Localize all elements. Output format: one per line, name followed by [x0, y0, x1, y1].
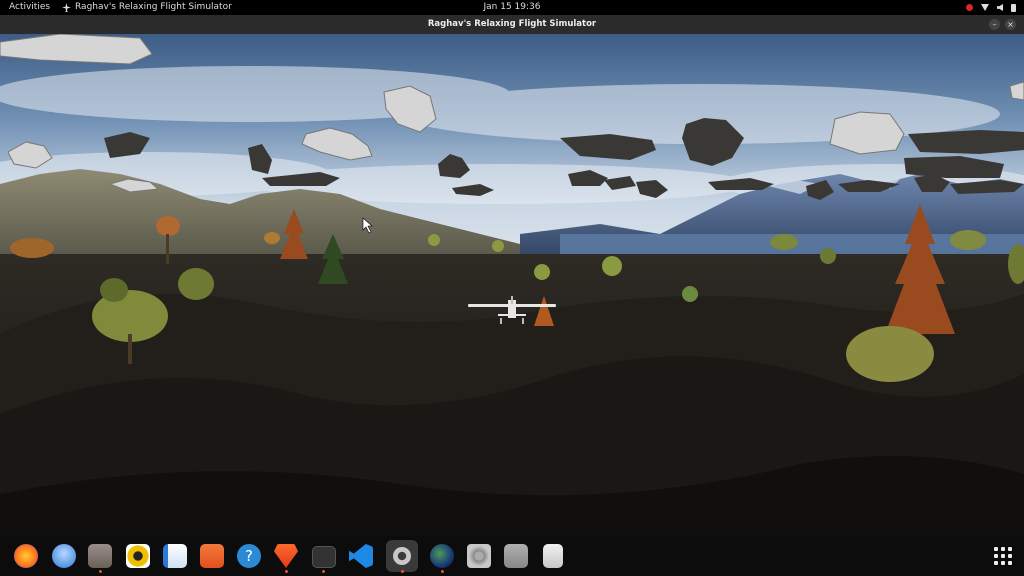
app-center-icon[interactable]	[200, 544, 224, 568]
gear-icon	[393, 547, 411, 565]
window-title: Raghav's Relaxing Flight Simulator	[427, 19, 597, 29]
top-bar: Activities Raghav's Relaxing Flight Simu…	[0, 0, 1024, 15]
settings-icon-active-bg[interactable]	[386, 540, 418, 572]
brave-icon[interactable]	[274, 544, 298, 568]
vscode-icon[interactable]	[349, 544, 373, 568]
close-button[interactable]: ×	[1005, 19, 1016, 30]
settings-running-indicator	[401, 570, 404, 573]
brave-running-indicator	[285, 570, 288, 573]
game-viewport[interactable]	[0, 34, 1024, 536]
volume-icon	[997, 4, 1003, 11]
recording-indicator-icon	[966, 4, 973, 11]
help-icon[interactable]: ?	[237, 544, 261, 568]
flight-sim-running-indicator	[441, 570, 444, 573]
window-titlebar[interactable]: Raghav's Relaxing Flight Simulator – ×	[0, 15, 1024, 34]
dock: ?	[0, 536, 1024, 576]
usb-drive-icon[interactable]	[504, 544, 528, 568]
system-tray[interactable]	[966, 0, 1016, 15]
battery-icon	[1011, 3, 1016, 12]
flight-sim-icon[interactable]	[430, 544, 454, 568]
show-apps-button[interactable]	[994, 547, 1012, 565]
game-scene	[0, 34, 1024, 536]
clock[interactable]: Jan 15 19:36	[0, 0, 1024, 15]
disk-icon[interactable]	[467, 544, 491, 568]
thunderbird-icon[interactable]	[52, 544, 76, 568]
files-icon[interactable]	[88, 544, 112, 568]
rhythmbox-icon[interactable]	[126, 544, 150, 568]
firefox-icon[interactable]	[14, 544, 38, 568]
terminal-icon[interactable]	[312, 546, 336, 568]
libreoffice-writer-icon[interactable]	[163, 544, 187, 568]
wifi-icon	[981, 4, 989, 11]
terminal-running-indicator	[322, 570, 325, 573]
minimize-button[interactable]: –	[989, 19, 1000, 30]
trash-icon[interactable]	[543, 544, 563, 568]
files-running-indicator	[99, 570, 102, 573]
